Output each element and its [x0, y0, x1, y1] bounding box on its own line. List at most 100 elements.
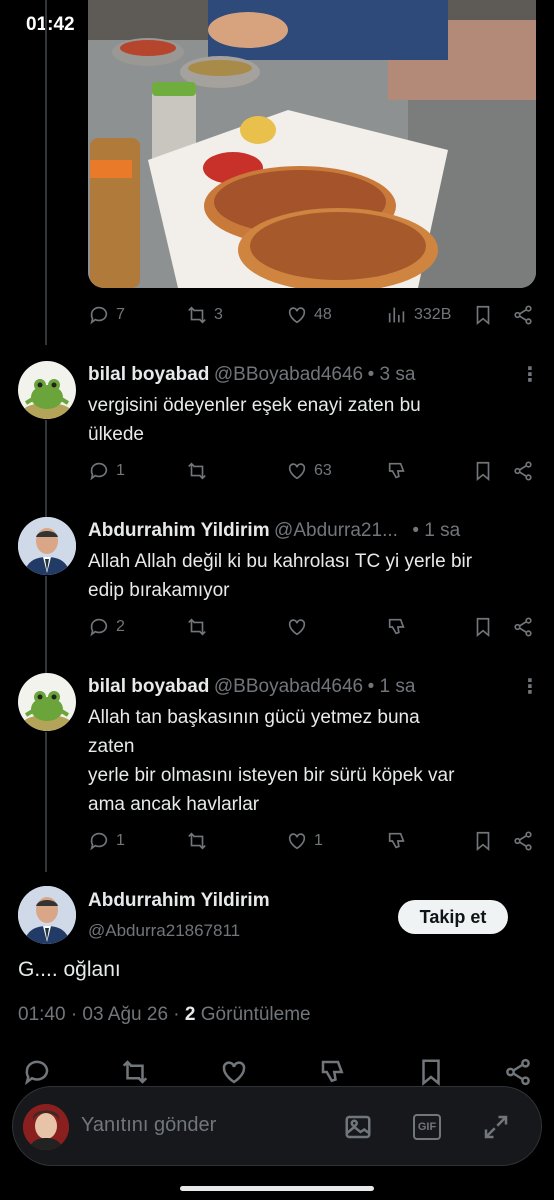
- tweet-line: Allah Allah değil ki bu kahrolası TC yi …: [88, 551, 473, 572]
- tweet-time: • 3 sa: [367, 364, 416, 385]
- thread-line: [45, 732, 47, 872]
- bookmark-button[interactable]: [472, 460, 494, 482]
- views-count: 332B: [414, 306, 452, 323]
- thread-line: [45, 420, 47, 518]
- reply-button[interactable]: 1: [88, 460, 125, 482]
- status-time: 01:42: [26, 14, 75, 35]
- thumbs-down-icon: [321, 1060, 344, 1083]
- reply-icon: [90, 306, 108, 325]
- views-button[interactable]: 332B: [386, 304, 451, 326]
- reply-button[interactable]: 7: [88, 304, 125, 326]
- repost-icon: [188, 306, 206, 324]
- like-count: 48: [314, 306, 332, 323]
- more-options-icon[interactable]: ⋮: [520, 674, 540, 699]
- author-handle[interactable]: @Abdurra21...: [274, 520, 398, 541]
- tweet-time: • 1 sa: [367, 676, 416, 697]
- bookmark-icon: [476, 305, 490, 326]
- like-button[interactable]: [286, 616, 308, 638]
- bookmark-icon: [476, 831, 490, 852]
- like-button[interactable]: 63: [286, 460, 332, 482]
- author-handle[interactable]: @BBoyabad4646: [214, 364, 363, 385]
- reply-count: 2: [116, 618, 125, 635]
- repost-icon: [188, 618, 206, 636]
- follow-button[interactable]: Takip et: [398, 900, 508, 934]
- views-label[interactable]: Görüntüleme: [201, 1004, 311, 1025]
- reply-button[interactable]: 2: [88, 616, 125, 638]
- bookmark-button[interactable]: [472, 830, 494, 852]
- views-count: 2: [184, 1004, 196, 1025]
- tweet-line: edip bırakamıyor: [88, 580, 230, 601]
- tweet-line: zaten: [88, 736, 135, 757]
- thumbs-down-icon: [388, 618, 405, 635]
- reply-count: 7: [116, 306, 125, 323]
- tweet-text: vergisini ödeyenler eşek enayi zaten bu …: [88, 391, 528, 449]
- tweet-text: Allah tan başkasının gücü yetmez buna za…: [88, 703, 538, 819]
- expand-icon: [484, 1115, 508, 1139]
- heart-icon: [288, 463, 306, 480]
- bookmark-button[interactable]: [472, 304, 494, 326]
- frog-avatar[interactable]: [18, 361, 76, 419]
- gif-button[interactable]: GIF: [413, 1114, 441, 1140]
- tweet-line: ama ancak havlarlar: [88, 794, 260, 815]
- expand-button[interactable]: [481, 1112, 511, 1147]
- tweet-text: Allah Allah değil ki bu kahrolası TC yi …: [88, 547, 538, 605]
- reply-icon: [24, 1060, 49, 1086]
- thread-line: [45, 0, 47, 345]
- reply-count: 1: [116, 462, 125, 479]
- tweet-line: vergisini ödeyenler eşek enayi zaten bu: [88, 395, 421, 416]
- heart-icon: [288, 833, 306, 850]
- frog-avatar[interactable]: [18, 673, 76, 731]
- like-button[interactable]: 1: [286, 830, 323, 852]
- tweet-time: • 1 sa: [412, 520, 461, 541]
- heart-icon: [288, 619, 306, 636]
- reply-count: 1: [116, 832, 125, 849]
- user-avatar[interactable]: [23, 1104, 69, 1150]
- like-button[interactable]: 48: [286, 304, 332, 326]
- man-in-suit-avatar[interactable]: [18, 886, 76, 944]
- image-button[interactable]: [343, 1112, 373, 1147]
- share-button[interactable]: [512, 830, 534, 852]
- views-chart-icon: [388, 307, 405, 323]
- reply-icon: [90, 462, 108, 481]
- author-name[interactable]: bilal boyabad: [88, 676, 209, 697]
- repost-icon: [188, 462, 206, 480]
- reply-input[interactable]: Yanıtını gönder: [81, 1114, 216, 1137]
- share-icon: [514, 617, 532, 637]
- main-tweet-meta: 01:40 · 03 Ağu 26 · 2 Görüntüleme: [18, 1004, 311, 1026]
- share-button[interactable]: [512, 460, 534, 482]
- tweet-line: Allah tan başkasının gücü yetmez buna: [88, 707, 420, 728]
- bookmark-icon: [422, 1059, 440, 1086]
- downvote-button[interactable]: [386, 616, 408, 638]
- main-author-handle[interactable]: @Abdurra21867811: [88, 921, 240, 941]
- author-name[interactable]: Abdurrahim Yildirim: [88, 520, 270, 541]
- main-author-name[interactable]: Abdurrahim Yildirim: [88, 890, 270, 912]
- more-options-icon[interactable]: ⋮: [520, 362, 540, 387]
- repost-icon: [188, 832, 206, 850]
- reply-button[interactable]: 1: [88, 830, 125, 852]
- bookmark-icon: [476, 617, 490, 638]
- downvote-button[interactable]: [386, 830, 408, 852]
- downvote-button[interactable]: [386, 460, 408, 482]
- image-icon: [345, 1115, 371, 1139]
- author-handle[interactable]: @BBoyabad4646: [214, 676, 363, 697]
- tweet-media-image[interactable]: [88, 0, 536, 288]
- reply-composer-bar: Yanıtını gönder GIF: [12, 1086, 542, 1166]
- share-button[interactable]: [512, 616, 534, 638]
- home-indicator[interactable]: [180, 1186, 374, 1191]
- share-button[interactable]: [512, 304, 534, 326]
- author-name[interactable]: bilal boyabad: [88, 364, 209, 385]
- repost-button[interactable]: [186, 616, 208, 638]
- heart-icon: [222, 1061, 246, 1084]
- thumbs-down-icon: [388, 462, 405, 479]
- repost-button[interactable]: [186, 830, 208, 852]
- man-in-suit-avatar[interactable]: [18, 517, 76, 575]
- repost-icon: [122, 1060, 148, 1084]
- bookmark-icon: [476, 461, 490, 482]
- share-icon: [514, 461, 532, 481]
- like-count: 1: [314, 832, 323, 849]
- repost-button[interactable]: 3: [186, 304, 223, 326]
- repost-button[interactable]: [186, 460, 208, 482]
- tweet-line: ülkede: [88, 424, 144, 445]
- repost-count: 3: [214, 306, 223, 323]
- bookmark-button[interactable]: [472, 616, 494, 638]
